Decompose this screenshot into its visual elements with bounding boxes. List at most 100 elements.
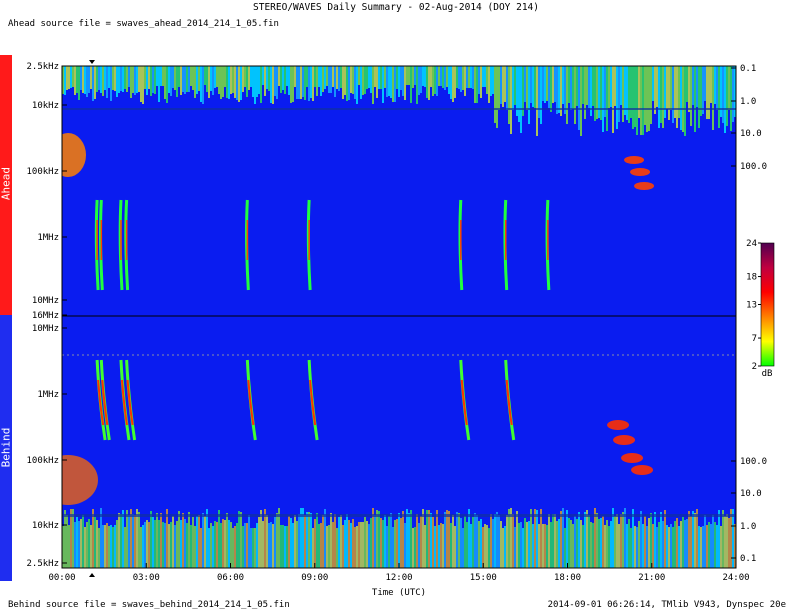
noise-column — [724, 516, 726, 568]
noise-column — [414, 527, 416, 568]
ahead-right-label: 10.0 — [740, 129, 762, 139]
interference-band — [62, 108, 736, 110]
noise-column — [642, 66, 644, 135]
noise-column — [84, 66, 86, 94]
noise-column — [244, 66, 246, 87]
noise-column — [556, 66, 558, 114]
noise-column — [274, 66, 276, 96]
noise-column — [574, 516, 576, 568]
noise-column — [456, 512, 458, 568]
noise-column — [204, 66, 206, 85]
noise-column — [438, 525, 440, 568]
noise-column — [726, 514, 728, 568]
noise-column — [102, 525, 104, 568]
noise-column — [696, 66, 698, 107]
colorbar: 24 18 13 7 2 dB — [746, 239, 775, 379]
noise-column — [258, 66, 260, 94]
noise-column — [212, 526, 214, 568]
ahead-freq-label: 100kHz — [26, 167, 59, 177]
noise-column — [506, 515, 508, 568]
noise-column — [484, 524, 486, 568]
noise-column — [510, 66, 512, 134]
noise-column — [704, 515, 706, 568]
noise-column — [438, 66, 440, 86]
noise-column — [502, 66, 504, 107]
noise-column — [464, 66, 466, 96]
noise-column — [314, 519, 316, 568]
noise-column — [472, 517, 474, 568]
burst-mark — [621, 453, 644, 463]
noise-column — [134, 515, 136, 568]
noise-column — [130, 66, 132, 98]
noise-column — [96, 66, 98, 92]
noise-column — [240, 66, 242, 100]
noise-column — [658, 66, 660, 128]
noise-column — [224, 66, 226, 87]
noise-column — [402, 511, 404, 568]
noise-column — [156, 66, 158, 86]
noise-column — [474, 513, 476, 568]
noise-column — [288, 66, 290, 95]
noise-column — [672, 66, 674, 123]
noise-column — [640, 66, 642, 135]
noise-column — [324, 509, 326, 568]
noise-column — [670, 524, 672, 568]
noise-column — [220, 66, 222, 99]
noise-column — [548, 514, 550, 568]
noise-column — [192, 66, 194, 90]
noise-column — [336, 66, 338, 89]
behind-right-label: 1.0 — [740, 522, 756, 532]
noise-column — [308, 66, 310, 101]
noise-column — [502, 528, 504, 568]
noise-column — [330, 66, 332, 93]
noise-column — [380, 518, 382, 568]
noise-column — [652, 66, 654, 101]
noise-column — [356, 526, 358, 568]
noise-column — [470, 524, 472, 568]
noise-column — [408, 513, 410, 568]
noise-column — [406, 66, 408, 85]
noise-column — [686, 519, 688, 568]
noise-column — [376, 66, 378, 98]
noise-column — [68, 525, 70, 568]
noise-column — [616, 514, 618, 568]
noise-column — [234, 66, 236, 98]
noise-column — [374, 515, 376, 568]
noise-column — [730, 66, 732, 131]
noise-column — [494, 66, 496, 123]
noise-column — [636, 66, 638, 135]
noise-column — [276, 66, 278, 99]
noise-column — [132, 66, 134, 93]
noise-column — [644, 66, 646, 125]
noise-column — [370, 518, 372, 568]
noise-column — [168, 66, 170, 93]
noise-column — [578, 66, 580, 130]
noise-column — [134, 66, 136, 95]
noise-column — [218, 66, 220, 94]
noise-column — [358, 66, 360, 85]
noise-column — [732, 66, 734, 122]
noise-column — [64, 66, 66, 95]
noise-column — [530, 509, 532, 568]
noise-column — [530, 66, 532, 103]
noise-column — [174, 525, 176, 568]
noise-column — [394, 66, 396, 102]
noise-column — [180, 520, 182, 568]
colorbar-tick-label: 18 — [746, 273, 757, 283]
noise-column — [574, 66, 576, 124]
noise-column — [320, 66, 322, 96]
noise-column — [534, 66, 536, 108]
noise-column — [458, 513, 460, 568]
noise-column — [170, 522, 172, 568]
noise-column — [626, 66, 628, 120]
noise-column — [346, 66, 348, 101]
noise-column — [532, 524, 534, 568]
noise-column — [262, 66, 264, 85]
noise-column — [228, 66, 230, 99]
noise-column — [214, 521, 216, 568]
noise-column — [676, 518, 678, 568]
burst-mark — [613, 435, 636, 445]
noise-column — [380, 66, 382, 89]
noise-column — [482, 527, 484, 568]
noise-column — [226, 513, 228, 568]
